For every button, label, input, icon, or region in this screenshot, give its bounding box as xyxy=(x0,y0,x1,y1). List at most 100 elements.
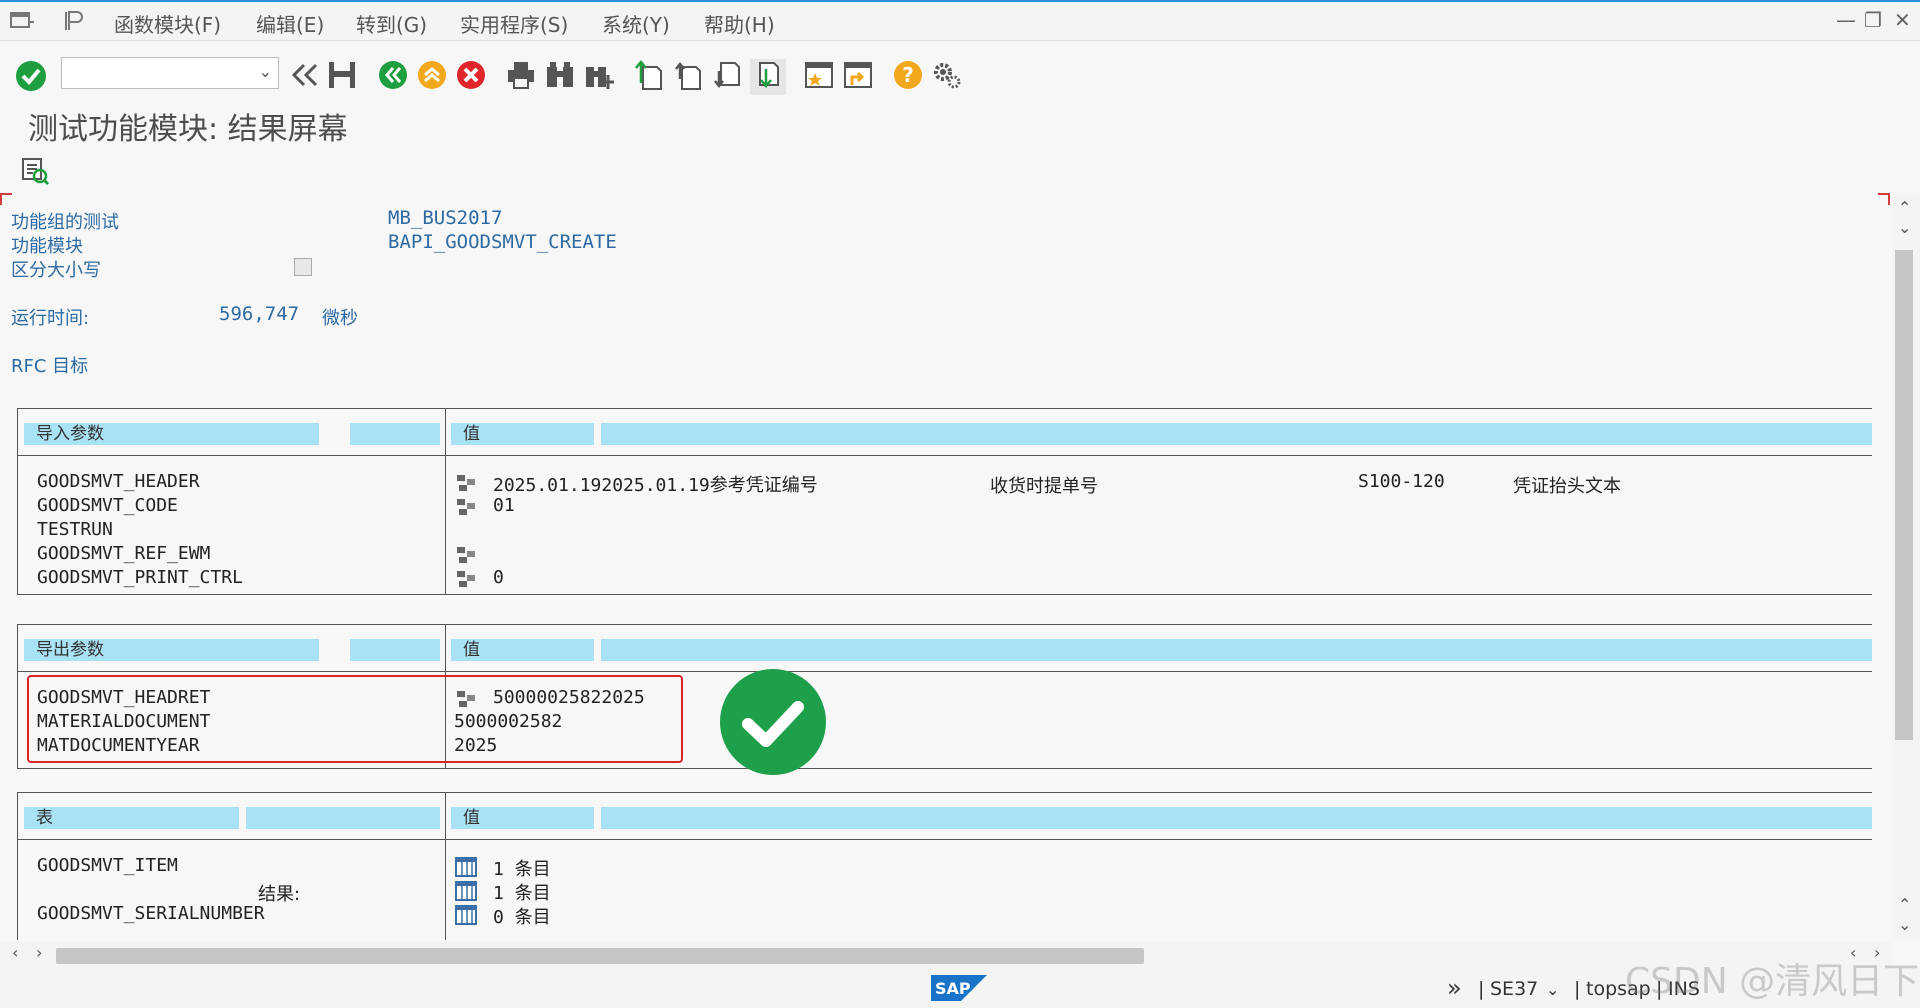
tables-header-text: 表 xyxy=(36,808,53,828)
header-cell xyxy=(350,639,440,661)
debug-display-icon[interactable] xyxy=(20,156,50,190)
scroll-up-icon[interactable]: ⌃ xyxy=(1898,198,1911,217)
param-value: 2025.01.192025.01.19参考凭证编号 xyxy=(493,475,818,496)
structure-icon[interactable] xyxy=(455,569,477,589)
menu-utilities[interactable]: 实用程序(S) xyxy=(460,9,568,38)
function-module-value: BAPI_GOODSMVT_CREATE xyxy=(388,231,617,253)
header-cell xyxy=(350,423,440,445)
param-name[interactable]: GOODSMVT_HEADER xyxy=(37,471,200,492)
vertical-scroll-thumb[interactable] xyxy=(1895,250,1913,740)
next-page-icon[interactable] xyxy=(711,59,747,95)
svg-text:SAP: SAP xyxy=(935,979,971,998)
previous-page-icon[interactable] xyxy=(672,59,708,95)
param-name[interactable]: TESTRUN xyxy=(37,519,113,540)
frame-corner xyxy=(0,193,12,205)
import-value-header-text: 值 xyxy=(463,424,480,444)
minimize-icon[interactable]: — xyxy=(1836,8,1856,32)
function-group-value: MB_BUS2017 xyxy=(388,207,503,229)
tables-value-header: 值 xyxy=(451,807,594,829)
param-name[interactable]: GOODSMVT_CODE xyxy=(37,495,178,516)
create-session-icon[interactable] xyxy=(803,59,839,95)
result-screen: 功能组的测试 MB_BUS2017 功能模块 BAPI_GOODSMVT_CRE… xyxy=(0,193,1892,940)
scroll-left-icon[interactable]: ‹ xyxy=(12,943,18,962)
success-check-icon xyxy=(720,669,826,775)
command-field[interactable]: ⌄ xyxy=(61,57,279,89)
runtime-value: 596,747 xyxy=(219,303,300,325)
function-group-label: 功能组的测试 xyxy=(11,212,119,233)
case-sensitive-label: 区分大小写 xyxy=(11,260,101,281)
scroll-down-icon[interactable]: ⌃ xyxy=(1898,895,1911,914)
print-icon[interactable] xyxy=(505,59,541,95)
export-value-header-text: 值 xyxy=(463,640,480,660)
chevron-down-icon[interactable]: ⌄ xyxy=(1546,980,1559,999)
export-value-header: 值 xyxy=(451,639,594,661)
shortcut-icon[interactable] xyxy=(842,59,878,95)
highlight-box xyxy=(27,675,683,763)
transaction-code[interactable]: SE37 xyxy=(1490,978,1538,1000)
back-icon[interactable] xyxy=(377,59,413,95)
find-next-icon[interactable] xyxy=(583,59,619,95)
expand-status-icon[interactable]: » xyxy=(1447,974,1462,1002)
table-grid-icon[interactable] xyxy=(455,881,477,901)
header-separator xyxy=(18,839,1872,840)
cancel-icon[interactable] xyxy=(455,59,491,95)
restore-icon[interactable]: ❐ xyxy=(1864,8,1882,32)
param-value-extra: 收货时提单号 xyxy=(990,476,1098,497)
param-value-extra: 凭证抬头文本 xyxy=(1513,476,1621,497)
param-name[interactable]: GOODSMVT_PRINT_CTRL xyxy=(37,567,243,588)
function-module-label: 功能模块 xyxy=(11,236,83,257)
close-icon[interactable]: ✕ xyxy=(1894,8,1911,32)
runtime-label: 运行时间: xyxy=(11,308,90,329)
last-page-icon[interactable] xyxy=(750,59,786,95)
save-icon[interactable] xyxy=(326,59,362,95)
menu-help[interactable]: 帮助(H) xyxy=(704,9,775,38)
enter-check-icon[interactable] xyxy=(14,59,50,95)
rfc-target-label: RFC 目标 xyxy=(11,356,89,377)
param-name[interactable]: GOODSMVT_REF_EWM xyxy=(37,543,210,564)
chevron-down-icon[interactable]: ⌄ xyxy=(259,62,272,81)
table-entry-count: 1 条目 xyxy=(493,883,551,904)
menu-edit[interactable]: 编辑(E) xyxy=(256,9,324,38)
parking-menu-icon[interactable] xyxy=(62,8,88,38)
scroll-up-icon[interactable]: ⌄ xyxy=(1898,218,1911,237)
header-cell xyxy=(601,807,1872,829)
structure-icon[interactable] xyxy=(455,497,477,517)
column-divider xyxy=(445,793,446,940)
table-name[interactable]: GOODSMVT_ITEM xyxy=(37,855,178,876)
table-grid-icon[interactable] xyxy=(455,857,477,877)
header-cell xyxy=(246,807,440,829)
import-params-header-text: 导入参数 xyxy=(36,424,104,444)
case-sensitive-checkbox[interactable] xyxy=(294,258,312,276)
svg-text:?: ? xyxy=(902,63,914,87)
help-icon[interactable]: ? xyxy=(892,59,928,95)
scroll-right-icon[interactable]: › xyxy=(36,943,42,962)
scroll-down-icon[interactable]: ⌄ xyxy=(1898,915,1911,934)
structure-icon[interactable] xyxy=(455,473,477,493)
menu-goto[interactable]: 转到(G) xyxy=(356,9,427,38)
param-value: 01 xyxy=(493,495,515,516)
toolbar: ⌄ ? xyxy=(0,42,1920,100)
page-title: 测试功能模块: 结果屏幕 xyxy=(28,112,348,147)
exit-icon[interactable] xyxy=(416,59,452,95)
runtime-unit: 微秒 xyxy=(322,308,358,329)
horizontal-scroll-thumb[interactable] xyxy=(56,948,1144,964)
header-separator xyxy=(18,671,1872,672)
menu-function-module[interactable]: 函数模块(F) xyxy=(114,9,221,38)
export-params-header: 导出参数 xyxy=(24,639,319,661)
back-double-icon[interactable] xyxy=(288,59,324,95)
table-entry-count: 0 条目 xyxy=(493,907,551,928)
export-params-header-text: 导出参数 xyxy=(36,640,104,660)
watermark: CSDN @清风日下 xyxy=(1625,961,1920,1002)
menu-bar: 函数模块(F) 编辑(E) 转到(G) 实用程序(S) 系统(Y) 帮助(H) … xyxy=(0,2,1920,41)
find-icon[interactable] xyxy=(544,59,580,95)
customize-gear-icon[interactable] xyxy=(931,59,967,95)
structure-icon[interactable] xyxy=(455,545,477,565)
first-page-icon[interactable] xyxy=(633,59,669,95)
header-cell xyxy=(601,639,1872,661)
header-separator xyxy=(18,455,1872,456)
menu-system[interactable]: 系统(Y) xyxy=(602,9,670,38)
system-menu-icon[interactable] xyxy=(8,8,34,38)
tables-value-header-text: 值 xyxy=(463,808,480,828)
table-grid-icon[interactable] xyxy=(455,905,477,925)
table-name[interactable]: GOODSMVT_SERIALNUMBER xyxy=(37,903,265,924)
